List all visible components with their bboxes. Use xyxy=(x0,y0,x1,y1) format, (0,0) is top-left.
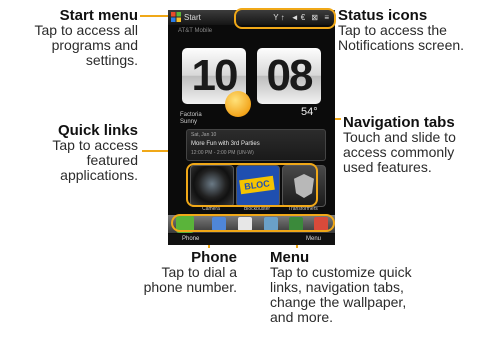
start-menu-callout-title: Start menu xyxy=(59,7,138,24)
appointment-title: More Fun with 3rd Parties xyxy=(191,141,260,147)
callout-text: Touch and slide to xyxy=(343,129,456,145)
menu-softkey[interactable]: Menu xyxy=(306,236,321,242)
clock-minute[interactable]: 08 xyxy=(257,48,321,104)
quick-links-highlight xyxy=(186,163,318,207)
callout-text: Notifications screen. xyxy=(338,37,465,53)
windows-start-icon[interactable] xyxy=(171,12,181,22)
weather-city: Factoria xyxy=(180,112,202,118)
callout-text: Tap to dial a xyxy=(161,264,238,280)
quick-links-callout: Quick links Tap to access featured appli… xyxy=(0,123,138,183)
callout-text: applications. xyxy=(60,167,138,183)
callout-text: featured xyxy=(86,152,138,168)
callout-text: Tap to access all xyxy=(34,22,139,38)
callout-text: and more. xyxy=(270,309,334,325)
status-icons-callout-title: Status icons xyxy=(338,7,428,24)
callout-text: Tap to customize quick xyxy=(270,264,412,280)
weather-condition: Sunny xyxy=(180,119,198,125)
status-icons-callout: Status icons Tap to access the Notificat… xyxy=(338,8,503,53)
callout-text: programs and xyxy=(51,37,138,53)
phone-callout: Phone Tap to dial a phone number. xyxy=(95,250,237,295)
callout-text: phone number. xyxy=(143,279,237,295)
navigation-tabs-highlight xyxy=(171,214,335,232)
phone-home-screen: Start Y↑ ◄€ ⊠ ≡ AT&T Mobile 10 08 Factor… xyxy=(168,10,335,245)
quick-links-callout-title: Quick links xyxy=(57,122,138,139)
callout-text: settings. xyxy=(85,52,138,68)
phone-callout-title: Phone xyxy=(191,249,237,266)
callout-text: links, navigation tabs, xyxy=(270,279,404,295)
callout-text: access commonly xyxy=(343,144,455,160)
start-menu-button[interactable]: Start xyxy=(184,13,201,22)
appointment-time: 12:00 PM - 2:00 PM (UN-W) xyxy=(191,150,254,156)
menu-callout: Menu Tap to customize quick links, navig… xyxy=(270,250,430,325)
phone-softkey[interactable]: Phone xyxy=(182,236,199,242)
callout-text: change the wallpaper, xyxy=(270,294,407,310)
soft-key-bar: Phone Menu xyxy=(168,234,335,245)
carrier-label: AT&T Mobile xyxy=(178,28,213,34)
sun-weather-icon xyxy=(225,91,251,117)
callout-text: Tap to access the xyxy=(338,22,447,38)
start-menu-callout: Start menu Tap to access all programs an… xyxy=(0,7,139,68)
callout-text: used features. xyxy=(343,159,432,175)
status-icons-highlight xyxy=(234,8,336,29)
calendar-appointment[interactable]: Sat, Jan 10 More Fun with 3rd Parties 12… xyxy=(186,129,326,161)
weather-temperature[interactable]: 54° xyxy=(301,106,318,118)
weather-location: Factoria Sunny xyxy=(180,112,202,126)
menu-callout-title: Menu xyxy=(270,249,310,266)
navigation-tabs-callout-title: Navigation tabs xyxy=(343,114,455,131)
callout-text: Tap to access xyxy=(52,137,138,153)
appointment-date: Sat, Jan 10 xyxy=(191,132,217,138)
navigation-tabs-callout: Navigation tabs Touch and slide to acces… xyxy=(343,115,503,175)
